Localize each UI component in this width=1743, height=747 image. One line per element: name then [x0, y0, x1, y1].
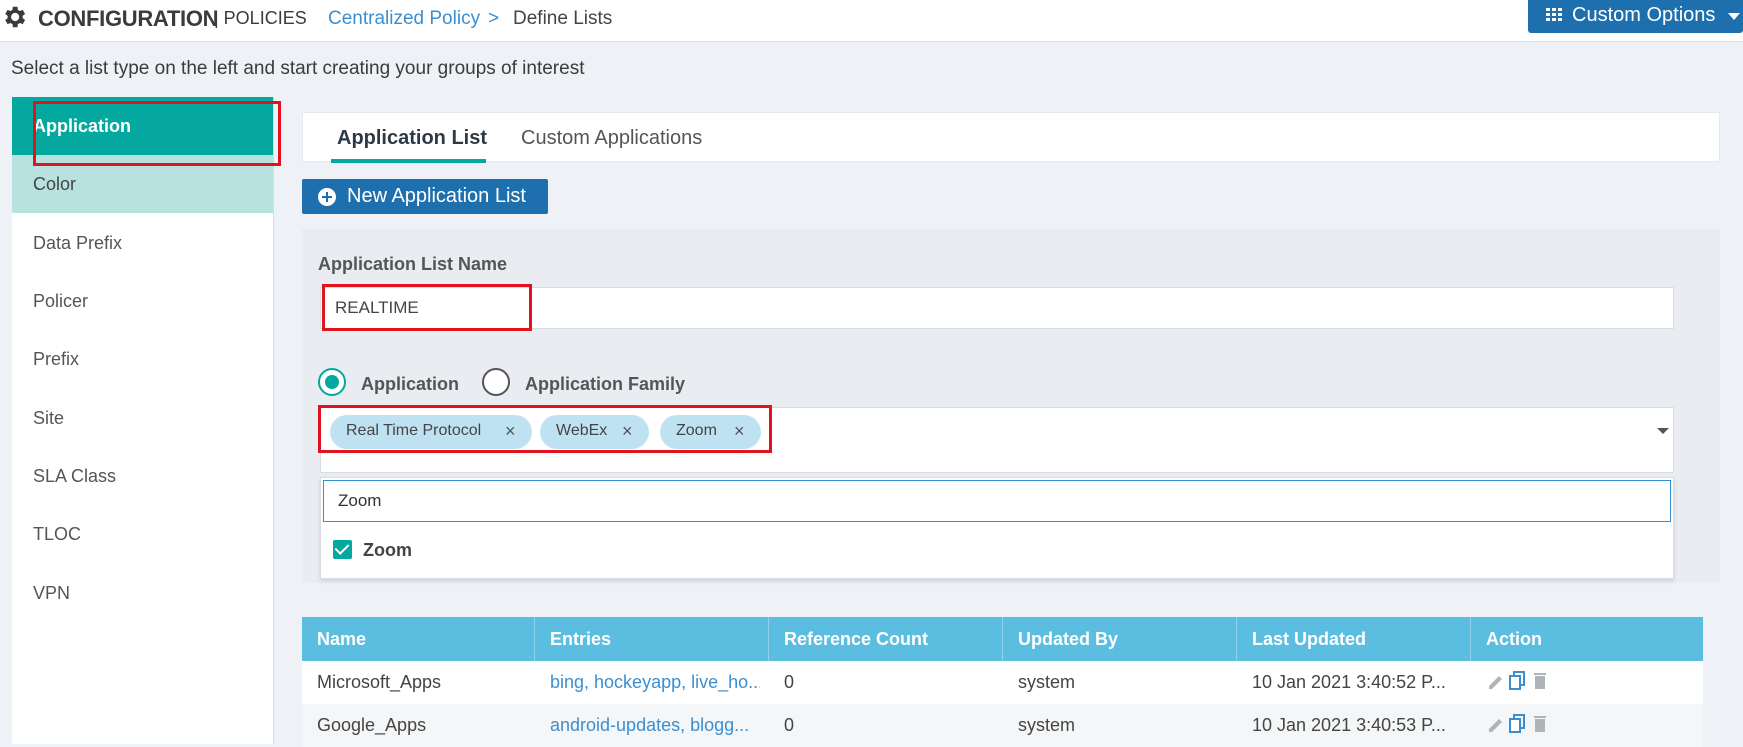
table-row: Google_Apps android-updates, blogg... 0 … — [302, 704, 1703, 747]
delete-icon[interactable] — [1531, 671, 1549, 691]
grid-icon — [1546, 8, 1562, 21]
page-title: CONFIGURATION — [38, 6, 219, 31]
table-header: Name Entries Reference Count Updated By … — [302, 617, 1703, 661]
caret-down-icon — [1728, 13, 1740, 20]
highlight-list-name — [322, 284, 532, 331]
column-header-reference-count[interactable]: Reference Count — [769, 617, 1003, 661]
gear-icon[interactable] — [0, 2, 28, 32]
radio-application-family[interactable] — [482, 368, 510, 396]
sidebar-item-site[interactable]: Site — [12, 389, 273, 447]
radio-application-family-label: Application Family — [525, 374, 686, 394]
instruction-text: Select a list type on the left and start… — [11, 58, 585, 79]
cell-reference-count: 0 — [784, 715, 795, 735]
column-header-action: Action — [1486, 629, 1542, 649]
copy-icon[interactable] — [1509, 671, 1527, 691]
custom-options-button[interactable]: Custom Options — [1528, 0, 1743, 33]
checkbox-checked-icon[interactable] — [333, 540, 352, 559]
top-bar: CONFIGURATION | POLICIES Centralized Pol… — [0, 0, 1743, 42]
new-application-list-button[interactable]: New Application List — [302, 179, 548, 214]
plus-circle-icon — [318, 188, 336, 206]
list-tabs: Application List Custom Applications — [302, 112, 1720, 163]
breadcrumb-centralized-policy[interactable]: Centralized Policy — [328, 8, 480, 30]
edit-icon[interactable] — [1487, 671, 1505, 691]
sidebar-item-policer[interactable]: Policer — [12, 272, 273, 330]
cell-last-updated: 10 Jan 2021 3:40:52 P... — [1252, 672, 1446, 692]
tab-application-list[interactable]: Application List — [337, 127, 487, 150]
column-header-name[interactable]: Name — [302, 617, 535, 661]
sidebar-item-tloc[interactable]: TLOC — [12, 505, 273, 563]
column-header-entries[interactable]: Entries — [535, 617, 769, 661]
list-name-label: Application List Name — [318, 254, 508, 274]
application-search-input[interactable]: Zoom — [323, 480, 1671, 522]
table-row: Microsoft_Apps bing, hockeyapp, live_ho.… — [302, 661, 1703, 704]
cell-last-updated: 10 Jan 2021 3:40:53 P... — [1252, 715, 1446, 735]
highlight-selected-apps — [318, 405, 772, 453]
cell-entries[interactable]: bing, hockeyapp, live_ho... — [535, 661, 760, 704]
custom-options-label: Custom Options — [1572, 4, 1716, 26]
application-list-form: Application List Name REALTIME Applicati… — [302, 229, 1720, 583]
cell-name: Microsoft_Apps — [317, 672, 442, 692]
radio-application[interactable] — [318, 368, 346, 396]
edit-icon[interactable] — [1487, 714, 1505, 734]
chevron-down-icon[interactable] — [1657, 428, 1669, 434]
page-section: | POLICIES — [214, 8, 307, 28]
sidebar-item-vpn[interactable]: VPN — [12, 564, 273, 622]
tab-custom-applications[interactable]: Custom Applications — [521, 127, 702, 150]
sidebar-item-sla-class[interactable]: SLA Class — [12, 447, 273, 505]
sidebar-item-data-prefix[interactable]: Data Prefix — [12, 214, 273, 272]
cell-name: Google_Apps — [317, 715, 427, 735]
active-tab-indicator — [331, 159, 486, 163]
breadcrumb-separator: > — [488, 8, 500, 29]
sidebar-item-prefix[interactable]: Prefix — [12, 330, 273, 388]
radio-application-label: Application — [361, 374, 459, 394]
application-dropdown: Zoom Zoom — [320, 477, 1674, 579]
cell-updated-by: system — [1018, 715, 1076, 735]
new-application-list-label: New Application List — [347, 185, 526, 207]
cell-reference-count: 0 — [784, 672, 795, 692]
column-header-last-updated[interactable]: Last Updated — [1237, 617, 1471, 661]
copy-icon[interactable] — [1509, 714, 1527, 734]
cell-entries[interactable]: android-updates, blogg... — [535, 704, 760, 747]
option-zoom[interactable]: Zoom — [363, 540, 412, 561]
column-header-updated-by[interactable]: Updated By — [1003, 617, 1237, 661]
breadcrumb-current: Define Lists — [513, 8, 613, 29]
cell-updated-by: system — [1018, 672, 1076, 692]
delete-icon[interactable] — [1531, 714, 1549, 734]
list-type-sidebar: Application Color Data Prefix Policer Pr… — [12, 97, 274, 744]
highlight-application — [33, 101, 281, 166]
